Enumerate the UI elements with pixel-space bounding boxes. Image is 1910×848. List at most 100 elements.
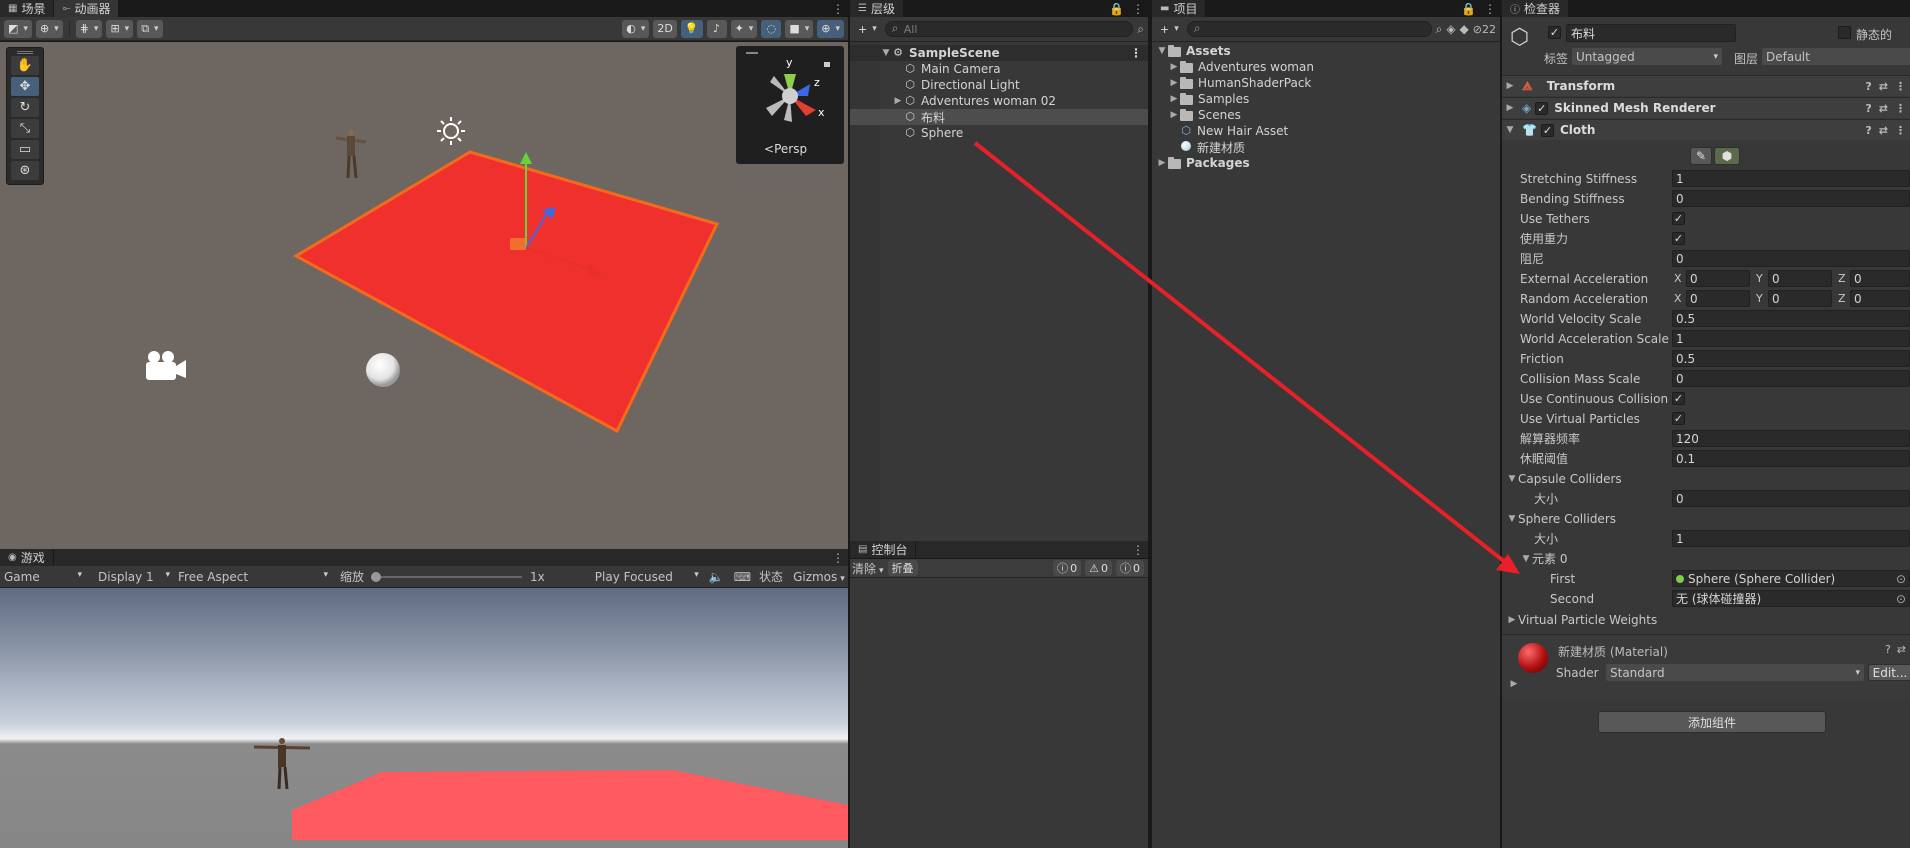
- shader-dropdown[interactable]: Standard: [1606, 664, 1864, 681]
- mute-audio-icon[interactable]: 🔈: [709, 570, 724, 584]
- grid-snap-button[interactable]: ⋕: [75, 19, 103, 38]
- world-acceleration-field[interactable]: 1: [1672, 330, 1910, 347]
- edit-shader-button[interactable]: Edit...: [1868, 664, 1910, 681]
- lock-icon[interactable]: 🔒: [1109, 2, 1124, 16]
- cloth-enabled-checkbox[interactable]: ✓: [1540, 123, 1554, 137]
- project-item-humanshaderpack[interactable]: ▶ HumanShaderPack: [1152, 75, 1500, 91]
- info-toggle[interactable]: ⓘ 0: [1053, 560, 1082, 576]
- rotate-tool[interactable]: ↻: [11, 98, 39, 117]
- world-velocity-field[interactable]: 0.5: [1672, 310, 1910, 327]
- chevron-right-icon[interactable]: ▶: [1168, 62, 1180, 72]
- preset-icon[interactable]: ⇄: [1879, 124, 1888, 137]
- hierarchy-item-cloth[interactable]: ⬡ 布料: [850, 109, 1148, 125]
- rect-tool[interactable]: ▭: [11, 140, 39, 159]
- align-button[interactable]: ⧉: [137, 19, 163, 38]
- hierarchy-item-directional-light[interactable]: ⬡ Directional Light: [850, 77, 1148, 93]
- hierarchy-search-input[interactable]: All: [884, 21, 1134, 37]
- object-name-field[interactable]: 布料: [1566, 24, 1736, 42]
- 2d-button[interactable]: 2D: [653, 19, 677, 38]
- help-icon[interactable]: ?: [1865, 102, 1871, 115]
- game-view[interactable]: [0, 588, 848, 848]
- create-button[interactable]: +: [854, 20, 881, 38]
- project-item-scenes[interactable]: ▶ Scenes: [1152, 107, 1500, 123]
- hidden-packages-icon[interactable]: ⊘22: [1473, 23, 1496, 36]
- row-capsule-colliders[interactable]: ▼ Capsule Colliders: [1502, 469, 1910, 488]
- move-tool[interactable]: ✥: [11, 77, 39, 96]
- ext-acc-x-field[interactable]: 0: [1686, 270, 1750, 287]
- project-item-adventures-woman[interactable]: ▶ Adventures woman: [1152, 59, 1500, 75]
- stretching-stiffness-field[interactable]: 1: [1672, 170, 1910, 187]
- visibility-button[interactable]: ◌: [761, 19, 782, 38]
- global-button[interactable]: ⊕: [35, 19, 63, 38]
- game-more-icon[interactable]: ⋮: [832, 549, 844, 566]
- project-more-icon[interactable]: ⋮: [1484, 2, 1496, 16]
- camera-button[interactable]: ■: [785, 19, 814, 38]
- scene-view[interactable]: ✋ ✥ ↻ ⤡ ▭ ⊛ y z x <Persp: [0, 42, 848, 549]
- shading-button[interactable]: ◐: [622, 19, 650, 38]
- use-gravity-checkbox[interactable]: ✓: [1672, 232, 1685, 245]
- ext-acc-y-field[interactable]: 0: [1768, 270, 1832, 287]
- object-picker-icon[interactable]: ⊙: [1896, 592, 1906, 606]
- lock-icon[interactable]: 🔒: [1461, 2, 1476, 16]
- help-icon[interactable]: ?: [1865, 80, 1871, 93]
- display-mode-dropdown[interactable]: Game: [0, 570, 86, 584]
- chevron-right-icon[interactable]: ▶: [1156, 158, 1168, 168]
- character-figure[interactable]: [335, 130, 367, 179]
- keyboard-icon[interactable]: ⌨: [734, 570, 751, 584]
- chevron-down-icon[interactable]: ▼: [1504, 125, 1516, 135]
- collapse-button[interactable]: 折叠: [887, 560, 918, 576]
- transform-tool[interactable]: ⊛: [11, 161, 39, 180]
- tab-console[interactable]: ▤ 控制台: [850, 541, 917, 558]
- hierarchy-item-adventures-woman[interactable]: ▶ ⬡ Adventures woman 02: [850, 93, 1148, 109]
- chevron-right-icon[interactable]: ▶: [1504, 103, 1516, 113]
- directional-light-icon[interactable]: [437, 117, 465, 145]
- chevron-right-icon[interactable]: ▶: [1504, 81, 1516, 91]
- chevron-down-icon[interactable]: ▼: [1506, 514, 1518, 524]
- gizmos-button[interactable]: ⊕: [817, 19, 844, 38]
- project-item-new-material[interactable]: 新建材质: [1152, 139, 1500, 155]
- help-icon[interactable]: ?: [1885, 643, 1891, 656]
- cloth-plane[interactable]: [292, 150, 720, 434]
- lighting-button[interactable]: 💡: [680, 19, 703, 38]
- filter-type-icon[interactable]: ◈: [1446, 22, 1455, 36]
- preset-icon[interactable]: ⇄: [1897, 643, 1906, 656]
- audio-button[interactable]: ♪: [706, 19, 727, 38]
- damping-field[interactable]: 0: [1672, 250, 1910, 267]
- scene-root[interactable]: ▼ ⚙ SampleScene ⋮: [850, 45, 1148, 61]
- chevron-down-icon[interactable]: ▼: [1520, 554, 1532, 564]
- capsule-size-field[interactable]: 0: [1672, 490, 1910, 507]
- more-icon[interactable]: ⋮: [1895, 124, 1906, 137]
- project-create-button[interactable]: +: [1156, 20, 1183, 38]
- chevron-right-icon[interactable]: ▶: [1168, 78, 1180, 88]
- hierarchy-item-sphere[interactable]: ⬡ Sphere: [850, 125, 1148, 141]
- virtual-particles-checkbox[interactable]: ✓: [1672, 412, 1685, 425]
- scale-slider-thumb[interactable]: [371, 571, 382, 582]
- continuous-collision-checkbox[interactable]: ✓: [1672, 392, 1685, 405]
- clear-button[interactable]: 清除: [852, 560, 884, 577]
- draw-mode-button[interactable]: ◩: [4, 19, 32, 38]
- gizmos-dropdown[interactable]: Gizmos: [793, 570, 845, 584]
- project-item-samples[interactable]: ▶ Samples: [1152, 91, 1500, 107]
- chevron-right-icon[interactable]: ▶: [1508, 679, 1520, 689]
- component-transform[interactable]: ▶ ⟁ Transform ? ⇄ ⋮: [1502, 75, 1910, 96]
- scale-slider[interactable]: [371, 571, 523, 582]
- rand-acc-x-field[interactable]: 0: [1686, 290, 1750, 307]
- sphere-object[interactable]: [366, 353, 400, 387]
- chevron-down-icon[interactable]: ▼: [1156, 46, 1168, 56]
- search-type-icon[interactable]: ⌕: [1436, 22, 1443, 37]
- camera-gizmo-icon[interactable]: [146, 351, 186, 380]
- use-tethers-checkbox[interactable]: ✓: [1672, 212, 1685, 225]
- projection-toggle[interactable]: <Persp: [764, 142, 807, 156]
- aspect-dropdown[interactable]: Free Aspect: [174, 570, 332, 584]
- second-collider-field[interactable]: 无 (球体碰撞器) ⊙: [1672, 590, 1910, 607]
- row-element-0[interactable]: ▼ 元素 0: [1502, 549, 1910, 568]
- project-assets-folder[interactable]: ▼ Assets: [1152, 43, 1500, 59]
- chevron-down-icon[interactable]: ▼: [880, 48, 892, 58]
- project-search-input[interactable]: [1186, 21, 1432, 37]
- collision-mass-field[interactable]: 0: [1672, 370, 1910, 387]
- tab-inspector[interactable]: ⓘ 检查器: [1502, 0, 1570, 17]
- display-dropdown[interactable]: Display 1: [86, 570, 174, 584]
- tab-project[interactable]: ▬ 项目: [1152, 0, 1207, 17]
- friction-field[interactable]: 0.5: [1672, 350, 1910, 367]
- tag-dropdown[interactable]: Untagged: [1572, 48, 1722, 65]
